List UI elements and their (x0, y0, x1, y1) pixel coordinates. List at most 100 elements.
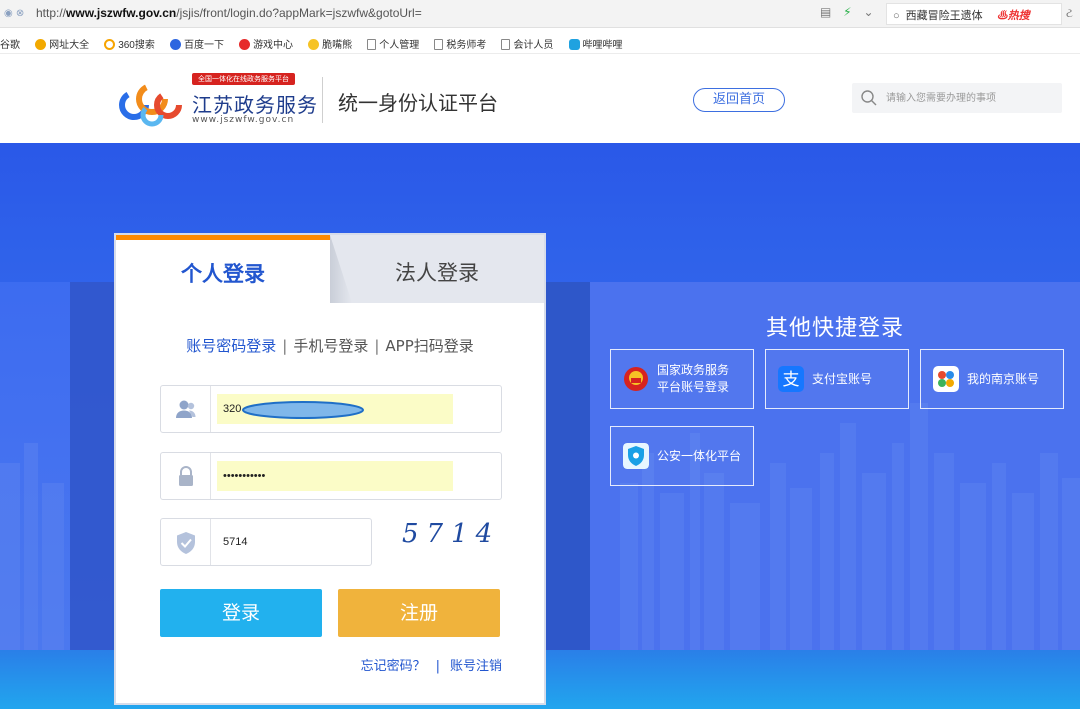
login-method-switch: 账号密码登录 | 手机号登录 | APP扫码登录 (116, 335, 544, 356)
account-icon-box (161, 386, 211, 432)
password-field[interactable]: ••••••••••• (160, 452, 502, 500)
register-button[interactable]: 注册 (338, 589, 500, 637)
bookmark-personal[interactable]: 个人管理 (367, 36, 419, 51)
quick-login-line1: 国家政务服务 (657, 363, 730, 377)
user-icon (176, 400, 196, 418)
bookmark-tax[interactable]: 税务师考 (434, 36, 486, 51)
bookmark-360-search[interactable]: 360搜索 (104, 36, 155, 51)
tab-fold-decor (330, 235, 352, 303)
method-app-scan-login[interactable]: APP扫码登录 (385, 337, 473, 355)
method-separator: | (374, 337, 380, 355)
password-input[interactable]: ••••••••••• (217, 461, 453, 491)
bookmark-label: 脆嘴熊 (322, 40, 353, 51)
method-phone-login[interactable]: 手机号登录 (293, 337, 368, 355)
bookmark-label: 游戏中心 (253, 40, 294, 51)
bookmark-label: 哔哩哔哩 (582, 40, 623, 51)
bookmark-accountant[interactable]: 会计人员 (501, 36, 553, 51)
hot-search-badge[interactable]: ♨热搜 (997, 10, 1030, 22)
login-card: 个人登录 法人登录 账号密码登录 | 手机号登录 | APP扫码登录 320221 ••… (114, 233, 546, 705)
bookmark-bilibili[interactable]: 哔哩哔哩 (568, 36, 623, 51)
bookmark-label: 谷歌 (0, 40, 20, 51)
quick-login-title: 其他快捷登录 (765, 316, 904, 341)
bookmark-google[interactable]: 谷歌 (0, 36, 20, 51)
360-search-icon (104, 39, 116, 50)
tab-corporate-login[interactable]: 法人登录 (330, 235, 544, 303)
bookmark-url-directory[interactable]: 网址大全 (35, 36, 89, 51)
alipay-icon: 支 (778, 366, 804, 392)
captcha-icon-box (161, 519, 211, 565)
browser-search-box[interactable]: ○ 西藏冒险王遗体 ♨热搜 (886, 3, 1062, 25)
bookmark-crispy-bear[interactable]: 脆嘴熊 (308, 36, 352, 51)
tab-personal-label: 个人登录 (181, 262, 265, 286)
baidu-paw-icon (169, 39, 181, 50)
site-header: 全国一体化在线政务服务平台 江苏政务服务 www.jszwfw.gov.cn 统… (0, 55, 1080, 143)
page-icon (501, 39, 511, 50)
search-input[interactable] (886, 89, 1056, 107)
logo-url: www.jszwfw.gov.cn (192, 115, 295, 125)
bookmark-label: 360搜索 (118, 40, 155, 51)
globe-icon (35, 39, 47, 50)
svg-text:支: 支 (783, 370, 800, 390)
quick-login-label: 我的南京账号 (967, 350, 1039, 408)
browser-address-bar: ◉ ⊗ http://www.jszwfw.gov.cn/jsjis/front… (0, 0, 1080, 28)
logo-name: 江苏政务服务 (192, 93, 318, 117)
bookmarks-bar: 谷歌 网址大全 360搜索 百度一下 游戏中心 脆嘴熊 个人管理 税务师考 会计… (0, 28, 1080, 54)
page-icon (434, 39, 444, 50)
national-emblem-icon (624, 367, 648, 391)
quick-login-line1: 支付宝账号 (812, 371, 873, 386)
quick-login-label: 公安一体化平台 (657, 427, 741, 485)
bookmark-label: 会计人员 (513, 40, 554, 51)
captcha-image[interactable]: 5714 (402, 519, 512, 559)
bookmark-baidu[interactable]: 百度一下 (169, 36, 224, 51)
search-icon[interactable] (860, 89, 878, 107)
captcha-field[interactable]: 5714 (160, 518, 372, 566)
account-cancel-link[interactable]: 账号注销 (450, 659, 502, 674)
police-shield-icon (623, 443, 649, 469)
captcha-input[interactable]: 5714 (217, 527, 357, 557)
flame-icon: ♨ (996, 10, 1008, 22)
header-divider (322, 77, 323, 123)
shield-check-icon (177, 532, 195, 554)
quick-login-line2: 平台账号登录 (657, 380, 730, 394)
url-domain: www.jszwfw.gov.cn (66, 6, 177, 20)
quick-login-my-nanjing[interactable]: 我的南京账号 (920, 349, 1064, 409)
password-icon-box (161, 453, 211, 499)
home-button[interactable]: 返回首页 (693, 88, 785, 112)
page-icon (367, 39, 377, 50)
quick-login-national-gov[interactable]: 国家政务服务 平台账号登录 (610, 349, 754, 409)
link-separator: | (435, 659, 440, 674)
account-field[interactable]: 320221 (160, 385, 502, 433)
url-path: /jsjis/front/login.do?appMark=jszwfw&got… (176, 6, 422, 20)
address-tools: ▤ ⚡ ⌄ (820, 5, 882, 19)
more-icon[interactable]: ટ (1066, 6, 1073, 21)
url-field[interactable]: http://www.jszwfw.gov.cn/jsjis/front/log… (36, 6, 422, 20)
quick-login-line1: 公安一体化平台 (657, 448, 742, 463)
lock-icon (179, 466, 193, 486)
jiangsu-gov-logo[interactable] (116, 71, 186, 127)
site-search[interactable] (852, 83, 1062, 113)
method-password-login[interactable]: 账号密码登录 (186, 337, 276, 355)
forgot-password-link[interactable]: 忘记密码？ (361, 659, 426, 674)
bilibili-icon (568, 39, 580, 50)
url-prefix: http:// (36, 6, 67, 20)
reader-icon[interactable]: ▤ (820, 5, 831, 19)
bookmark-label: 税务师考 (446, 40, 487, 51)
bear-icon (308, 39, 320, 50)
logo-tagline: 全国一体化在线政务服务平台 (192, 73, 295, 85)
method-separator: | (282, 337, 288, 355)
bookmark-label: 个人管理 (379, 40, 420, 51)
hot-search-label: 热搜 (1007, 10, 1030, 22)
quick-login-label: 国家政务服务 平台账号登录 (657, 350, 729, 408)
redaction-scribble (242, 401, 364, 419)
login-button[interactable]: 登录 (160, 589, 322, 637)
browser-search-text: 西藏冒险王遗体 (905, 10, 983, 22)
chevron-down-icon[interactable]: ⌄ (863, 5, 873, 19)
bookmark-game-center[interactable]: 游戏中心 (239, 36, 293, 51)
bolt-icon[interactable]: ⚡ (843, 5, 851, 19)
quick-login-police-platform[interactable]: 公安一体化平台 (610, 426, 754, 486)
quick-login-line1: 我的南京账号 (967, 371, 1040, 386)
search-icon: ○ (893, 10, 900, 22)
quick-login-alipay[interactable]: 支 支付宝账号 (765, 349, 909, 409)
bookmark-label: 网址大全 (49, 40, 90, 51)
tab-personal-login[interactable]: 个人登录 (116, 235, 330, 303)
